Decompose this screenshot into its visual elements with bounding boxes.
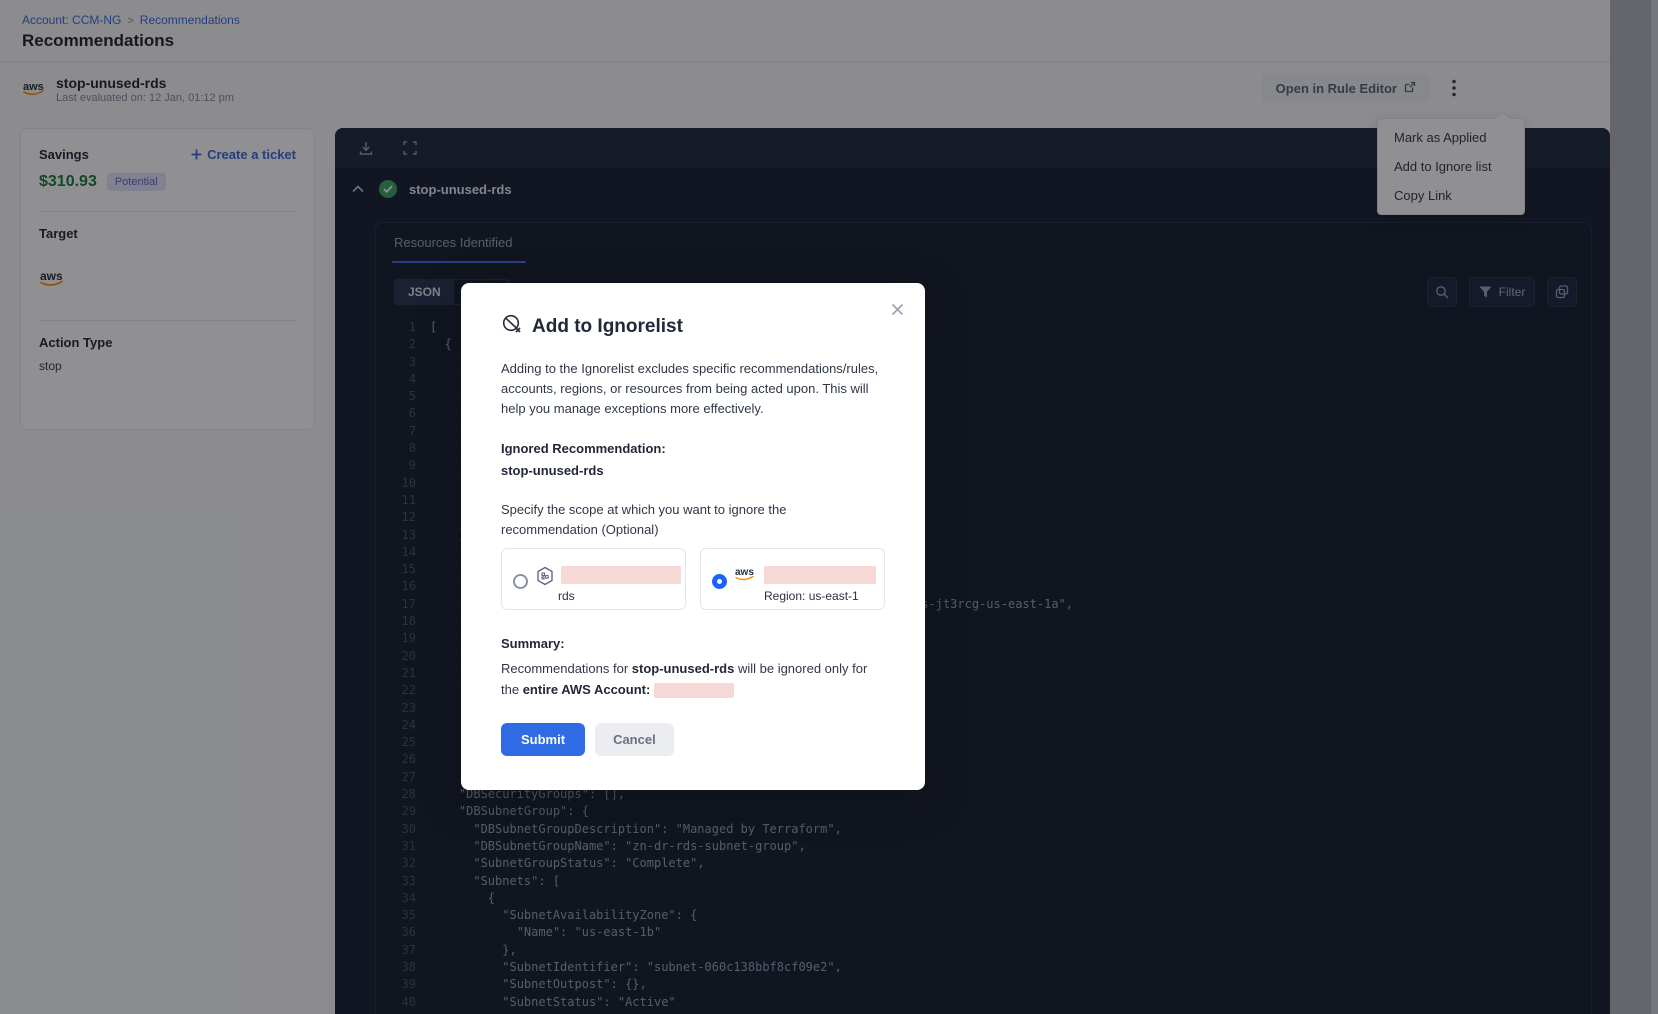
account-radio-selected[interactable] (712, 574, 727, 589)
resource-service-icon (535, 566, 555, 591)
submit-button[interactable]: Submit (501, 723, 585, 756)
cancel-button[interactable]: Cancel (595, 723, 674, 756)
page: Account: CCM-NG>Recommendations Recommen… (0, 0, 1658, 1014)
modal-description: Adding to the Ignorelist excludes specif… (501, 359, 885, 419)
scope-option-resource-sublabel: rds (558, 589, 575, 603)
svg-text:aws: aws (735, 567, 754, 578)
redacted-resource-name (561, 566, 681, 584)
redacted-summary-account-id (654, 683, 734, 698)
summary-part1: Recommendations for (501, 661, 632, 676)
add-to-ignorelist-modal: Add to Ignorelist Adding to the Ignoreli… (461, 283, 925, 790)
ignored-recommendation-value: stop-unused-rds (501, 463, 885, 478)
redacted-account-id (764, 566, 876, 584)
summary-label: Summary: (501, 636, 885, 651)
summary-scope-bold: entire AWS Account: (523, 682, 651, 697)
scope-options: rds aws Region: us-east-1 (501, 548, 885, 610)
modal-title: Add to Ignorelist (532, 316, 683, 338)
ignore-ban-icon (501, 313, 523, 340)
summary-recommendation-name: stop-unused-rds (632, 661, 735, 676)
summary-text: Recommendations for stop-unused-rds will… (501, 659, 881, 701)
scope-option-resource[interactable]: rds (501, 548, 686, 610)
resource-radio-unselected[interactable] (513, 574, 528, 589)
ignored-recommendation-label: Ignored Recommendation: (501, 441, 885, 456)
scope-instruction: Specify the scope at which you want to i… (501, 500, 881, 539)
modal-close-button[interactable] (885, 297, 909, 321)
scope-option-account-sublabel: Region: us-east-1 (764, 589, 859, 603)
aws-logo-icon: aws (734, 564, 760, 589)
close-icon (891, 303, 904, 316)
scope-option-account[interactable]: aws Region: us-east-1 (700, 548, 885, 610)
